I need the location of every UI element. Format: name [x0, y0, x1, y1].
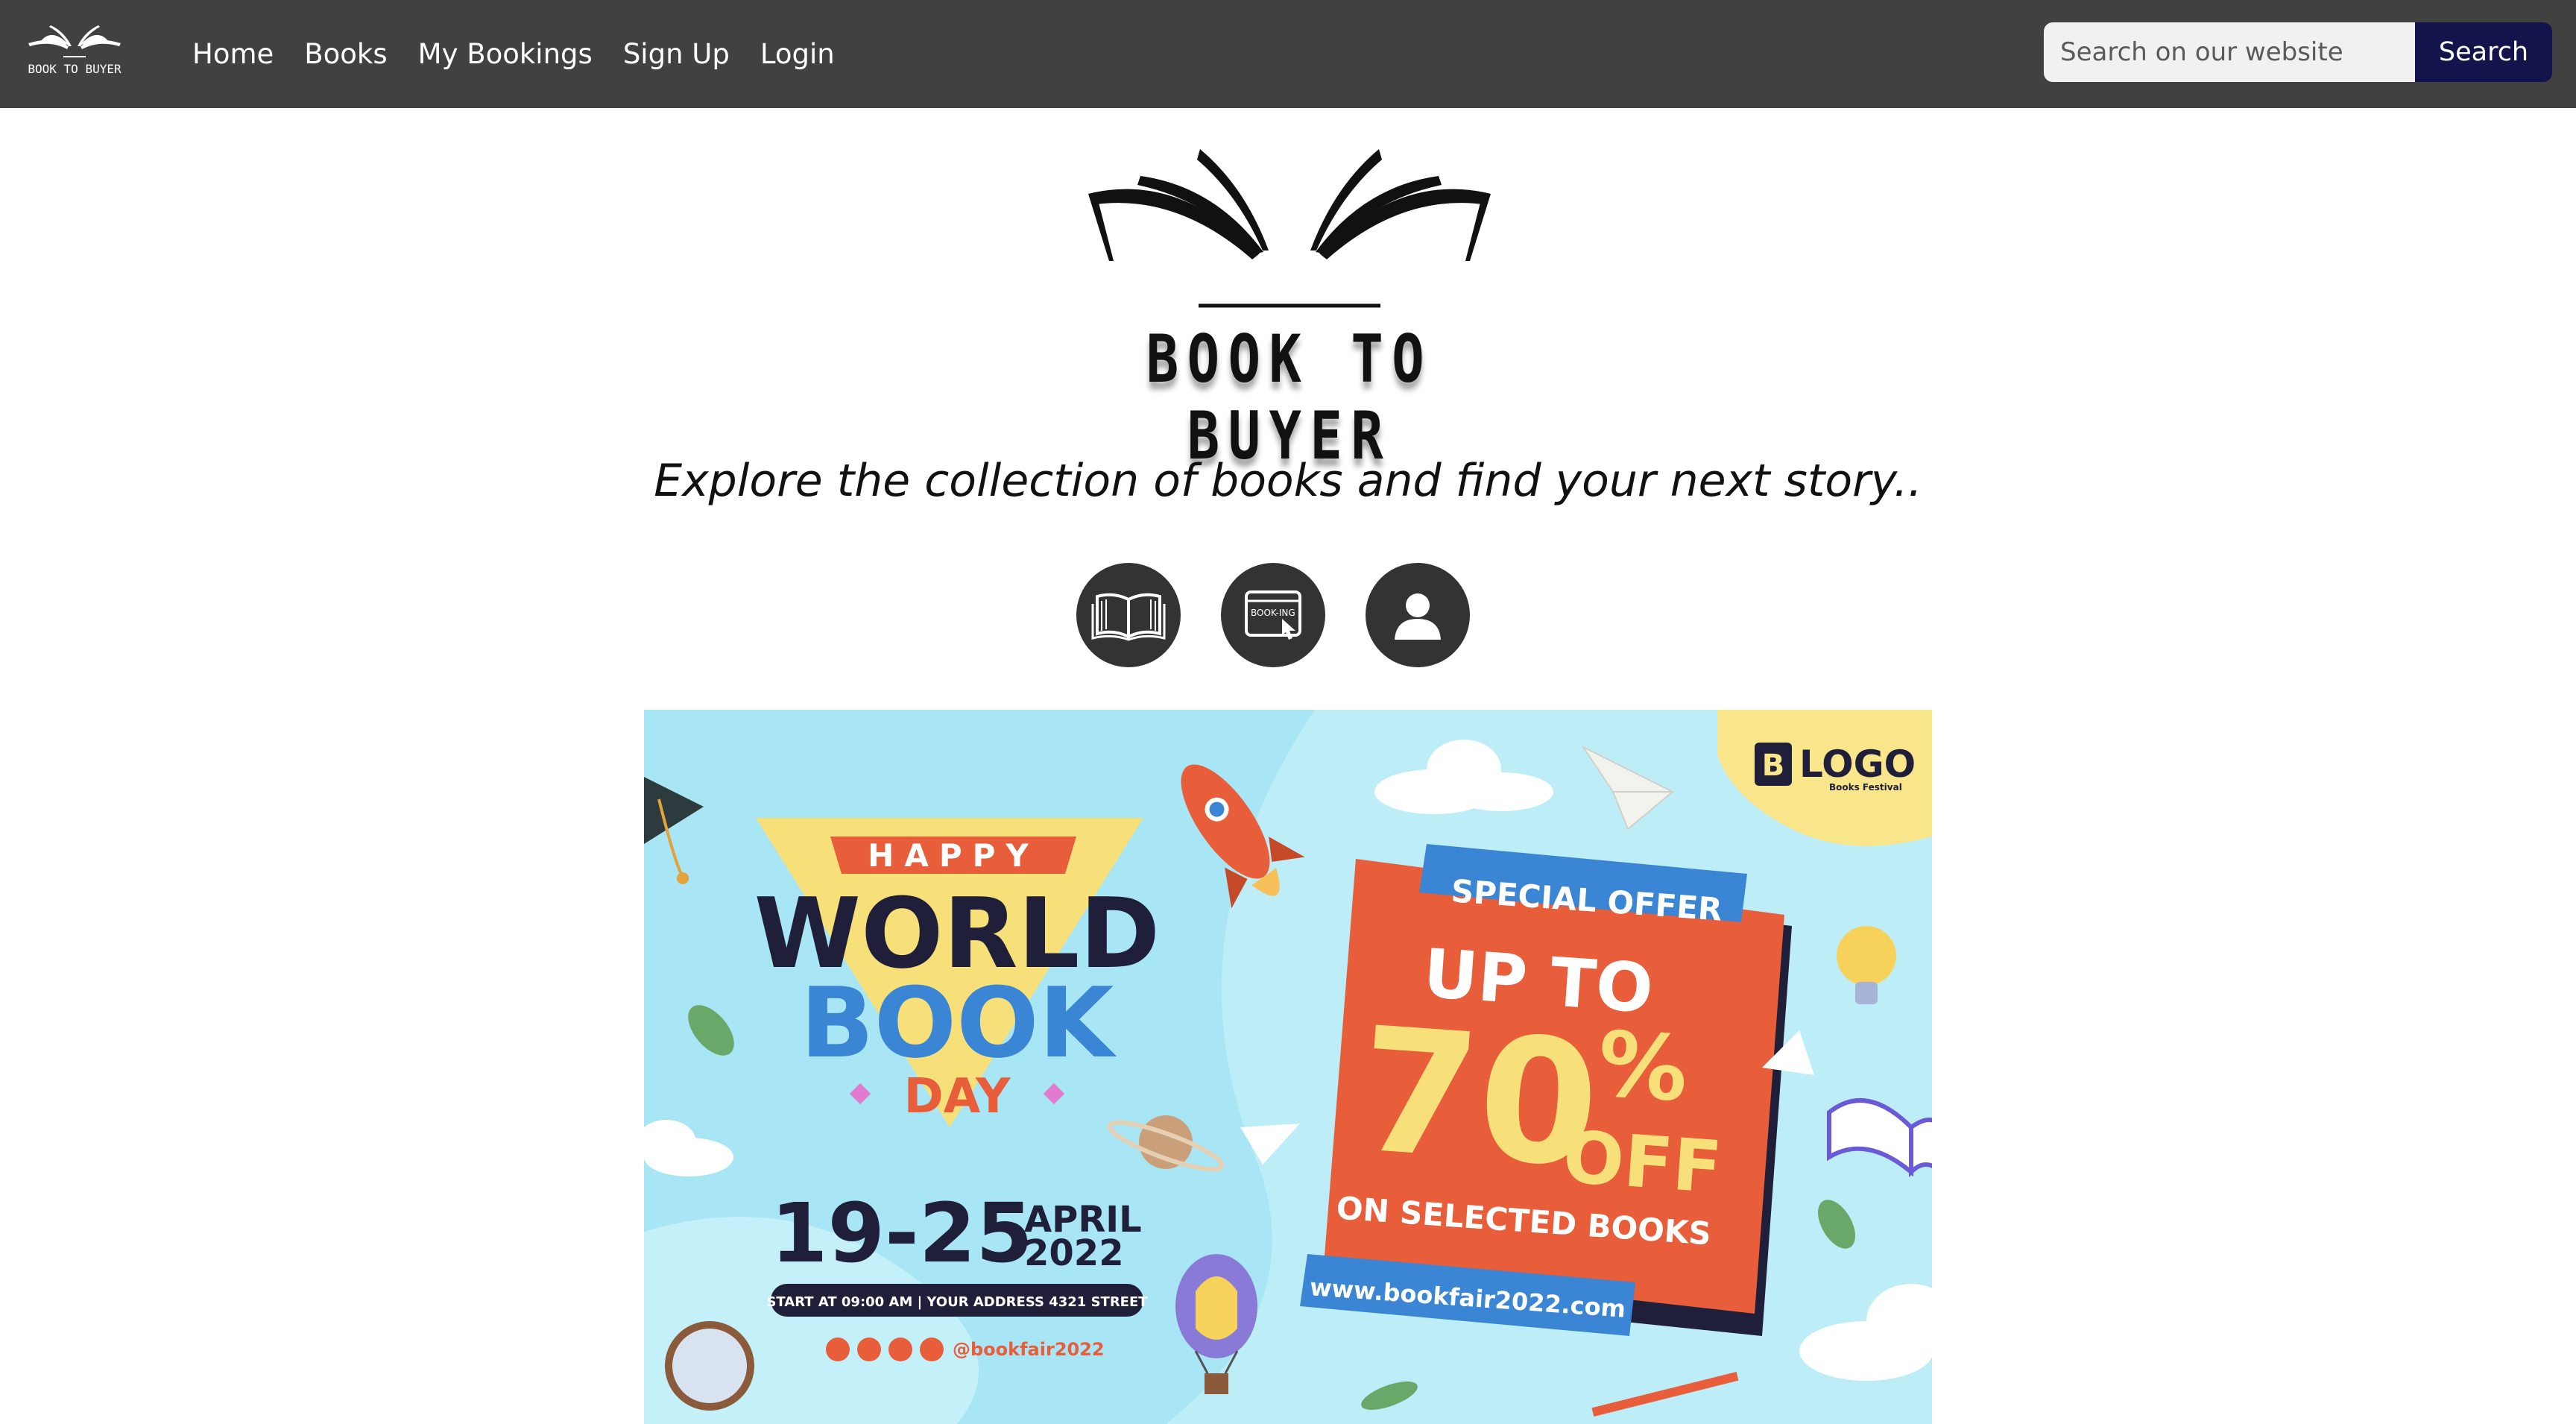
banner-handle: @bookfair2022: [953, 1339, 1105, 1360]
banner-happy-text: HAPPY: [868, 837, 1039, 874]
banner-logo-sub: Books Festival: [1829, 782, 1902, 793]
booking-icon: BOOK-ING: [1245, 590, 1301, 640]
brand-logo-text: BOOK TO BUYER: [28, 62, 121, 76]
offer-card: SPECIAL OFFER UP TO 70 % OFF ON SELECTED…: [1300, 844, 1792, 1336]
banner-logo-text: LOGO: [1799, 743, 1916, 786]
tagline: Explore the collection of books and find…: [654, 455, 1922, 507]
brand-logo[interactable]: BOOK TO BUYER: [22, 19, 127, 86]
hero-logo-text: BOOK TO BUYER: [1146, 321, 1433, 474]
booking-icon-text: BOOK-ING: [1251, 608, 1295, 618]
search-form: Search: [2044, 22, 2552, 82]
search-input[interactable]: [2044, 22, 2415, 82]
top-navbar: BOOK TO BUYER Home Books My Bookings Sig…: [0, 0, 2576, 108]
svg-text:B: B: [1762, 749, 1785, 783]
open-book-icon: [1091, 593, 1166, 641]
banner-details: START AT 09:00 AM | YOUR ADDRESS 4321 ST…: [766, 1294, 1148, 1310]
banner-date-range: 19-25: [771, 1185, 1033, 1281]
nav-home-link[interactable]: Home: [192, 38, 274, 70]
magnifier-icon: [665, 1321, 754, 1411]
search-button[interactable]: Search: [2415, 22, 2552, 82]
nav-login-link[interactable]: Login: [760, 38, 835, 70]
banner-off: OFF: [1560, 1115, 1724, 1210]
banner-day-text: DAY: [904, 1069, 1011, 1124]
banner-percent-sign: %: [1594, 1012, 1691, 1122]
nav-my-bookings-link[interactable]: My Bookings: [418, 38, 593, 70]
open-book-logo-icon: [1088, 149, 1491, 308]
user-icon: [1395, 593, 1441, 640]
hero-logo: BOOK TO BUYER: [1066, 142, 1513, 474]
nav-books-link[interactable]: Books: [304, 38, 387, 70]
promo-banner[interactable]: B LOGO Books Festival HAPPY WORLD BOOK D…: [644, 710, 1932, 1424]
nav-links: Home Books My Bookings Sign Up Login: [192, 0, 865, 108]
nav-sign-up-link[interactable]: Sign Up: [623, 38, 730, 70]
books-circle-button[interactable]: [1076, 563, 1181, 667]
banner-book-text: BOOK: [801, 966, 1117, 1080]
banner-logo: B LOGO Books Festival: [1755, 743, 1916, 793]
booking-circle-button[interactable]: BOOK-ING: [1221, 563, 1325, 667]
account-circle-button[interactable]: [1366, 563, 1470, 667]
banner-year: 2022: [1024, 1232, 1124, 1274]
